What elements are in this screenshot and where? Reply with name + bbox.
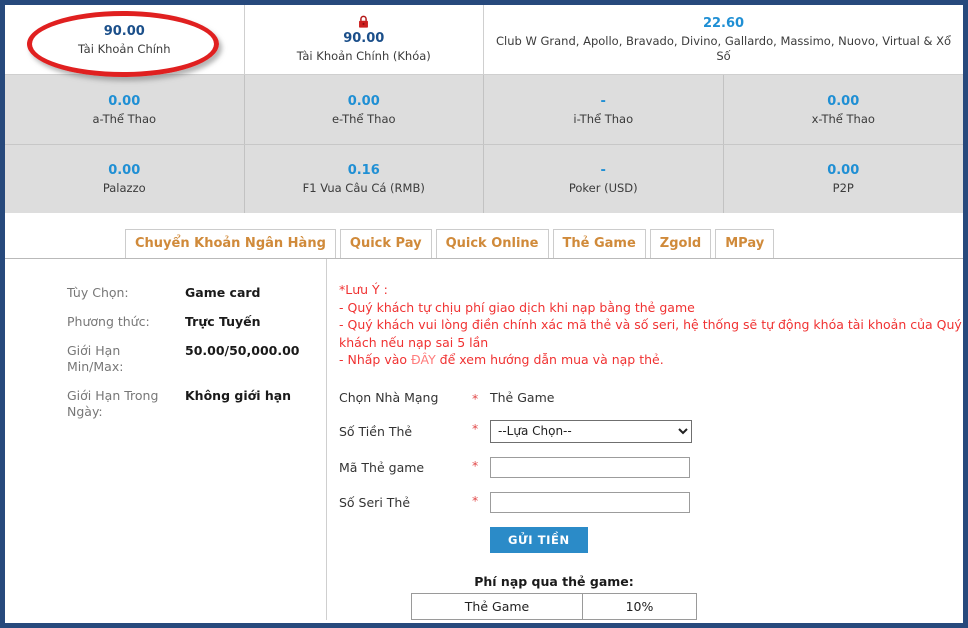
balance-cell-e-the-thao[interactable]: 0.00 e-Thể Thao [245, 75, 484, 144]
balance-summary: 90.00 Tài Khoản Chính 90.00 Tài Khoản Ch… [5, 5, 963, 213]
balance-label: F1 Vua Câu Cá (RMB) [302, 181, 425, 195]
info-key: Giới Hạn Trong Ngày: [67, 388, 159, 419]
fee-table: Thẻ Game 10% [411, 592, 697, 620]
balance-amount: 0.00 [827, 93, 860, 109]
balance-amount: - [600, 163, 606, 178]
deposit-form-panel: *Lưu Ý : - Quý khách tự chịu phí giao dị… [327, 259, 963, 620]
balance-cell-p2p[interactable]: 0.00 P2P [724, 145, 964, 213]
card-code-label: Mã Thẻ game [339, 459, 425, 475]
fee-rate-cell: 10% [582, 592, 697, 620]
card-amount-select[interactable]: --Lựa Chọn-- [490, 419, 692, 443]
tab-quick-online[interactable]: Quick Online [435, 229, 549, 258]
card-serial-label: Số Seri Thẻ [339, 494, 411, 510]
balance-amount: 22.60 [702, 16, 745, 31]
info-key: Tùy Chọn: [67, 285, 129, 300]
info-key: Giới Hạn Min/Max: [67, 343, 124, 374]
balance-label: Club W Grand, Apollo, Bravado, Divino, G… [496, 34, 951, 63]
balance-amount: 0.00 [108, 163, 141, 178]
provider-value: Thẻ Game [490, 390, 555, 405]
balance-amount: 0.16 [347, 163, 380, 178]
deposit-form: Chọn Nhà Mạng * Thẻ Game Số Tiền Thẻ * -… [339, 383, 692, 560]
balance-row-sports: 0.00 a-Thể Thao 0.00 e-Thể Thao - i-Thể … [5, 75, 963, 144]
balance-label: i-Thể Thao [573, 111, 634, 126]
balance-cell-f1-fishing[interactable]: 0.16 F1 Vua Câu Cá (RMB) [245, 145, 484, 213]
amount-label: Số Tiền Thẻ [339, 423, 413, 439]
guide-link[interactable]: ĐÂY [411, 352, 436, 367]
tab-bank-transfer[interactable]: Chuyển Khoản Ngân Hàng [125, 229, 336, 258]
balance-cell-casino-group[interactable]: 22.60 Club W Grand, Apollo, Bravado, Div… [484, 5, 963, 74]
balance-row-main: 90.00 Tài Khoản Chính 90.00 Tài Khoản Ch… [5, 5, 963, 75]
balance-cell-x-the-thao[interactable]: 0.00 x-Thể Thao [724, 75, 964, 144]
notice-line-3: - Nhấp vào ĐÂY để xem hướng dẫn mua và n… [339, 351, 963, 369]
balance-amount: 90.00 [103, 23, 145, 39]
page-inner: 90.00 Tài Khoản Chính 90.00 Tài Khoản Ch… [5, 5, 963, 623]
form-row-provider: Chọn Nhà Mạng * Thẻ Game [339, 383, 692, 413]
info-value: Trực Tuyến [185, 314, 261, 329]
balance-cell-main-account[interactable]: 90.00 Tài Khoản Chính [5, 5, 245, 74]
balance-cell-a-the-thao[interactable]: 0.00 a-Thể Thao [5, 75, 245, 144]
form-row-amount: Số Tiền Thẻ * --Lựa Chọn-- [339, 413, 692, 450]
balance-cell-i-the-thao[interactable]: - i-Thể Thao [484, 75, 724, 144]
notice-block: *Lưu Ý : - Quý khách tự chịu phí giao dị… [339, 281, 963, 369]
balance-label: Tài Khoản Chính (Khóa) [296, 49, 431, 63]
tab-the-game[interactable]: Thẻ Game [552, 229, 646, 258]
info-value: Không giới hạn [185, 388, 292, 403]
info-row-minmax: Giới Hạn Min/Max: 50.00/50,000.00 [67, 343, 299, 388]
required-asterisk: * [472, 492, 479, 508]
balance-label: e-Thể Thao [331, 111, 396, 126]
lock-icon [359, 15, 369, 28]
required-asterisk: * [472, 420, 479, 436]
info-key: Phương thức: [67, 314, 150, 329]
balance-label: Tài Khoản Chính [77, 41, 171, 56]
balance-amount: 0.00 [108, 93, 141, 109]
required-asterisk: * [472, 457, 479, 473]
balance-cell-palazzo[interactable]: 0.00 Palazzo [5, 145, 245, 213]
notice-line-2: - Quý khách vui lòng điền chính xác mã t… [339, 317, 962, 350]
provider-label: Chọn Nhà Mạng [339, 390, 439, 405]
fee-row: Thẻ Game 10% [411, 592, 697, 620]
balance-amount: - [600, 93, 606, 109]
form-row-submit: GỬI TIỀN [339, 520, 692, 560]
balance-label: P2P [832, 181, 854, 195]
info-row-daily-limit: Giới Hạn Trong Ngày: Không giới hạn [67, 388, 299, 433]
fee-section: Phí nạp qua thẻ game: Thẻ Game 10% [411, 574, 697, 620]
submit-deposit-button[interactable]: GỬI TIỀN [490, 526, 588, 553]
info-value: 50.00/50,000.00 [185, 343, 300, 358]
balance-label: x-Thể Thao [811, 111, 875, 126]
info-value: Game card [185, 285, 261, 300]
fee-name-cell: Thẻ Game [411, 592, 583, 620]
deposit-info-table: Tùy Chọn: Game card Phương thức: Trực Tu… [67, 285, 299, 433]
deposit-content: Tùy Chọn: Game card Phương thức: Trực Tu… [5, 259, 963, 620]
balance-label: Palazzo [102, 181, 146, 195]
deposit-method-tabbar: Chuyển Khoản Ngân Hàng Quick Pay Quick O… [5, 213, 963, 259]
balance-label: Poker (USD) [568, 181, 638, 195]
required-asterisk: * [472, 390, 479, 406]
balance-amount: 0.00 [347, 93, 380, 109]
notice-line-3-suffix: để xem hướng dẫn mua và nạp thẻ. [435, 352, 664, 367]
tab-quick-pay[interactable]: Quick Pay [339, 229, 432, 258]
tab-zgold[interactable]: Zgold [649, 229, 712, 258]
notice-line-1: - Quý khách tự chịu phí giao dịch khi nạ… [339, 299, 695, 315]
info-row-method: Phương thức: Trực Tuyến [67, 314, 299, 343]
notice-line-3-prefix: - Nhấp vào [339, 352, 412, 367]
balance-cell-locked-account[interactable]: 90.00 Tài Khoản Chính (Khóa) [245, 5, 484, 74]
form-row-card-code: Mã Thẻ game * [339, 450, 692, 485]
balance-row-other: 0.00 Palazzo 0.16 F1 Vua Câu Cá (RMB) - … [5, 144, 963, 213]
form-row-card-serial: Số Seri Thẻ * [339, 485, 692, 520]
tab-mpay[interactable]: MPay [715, 229, 775, 258]
info-row-option: Tùy Chọn: Game card [67, 285, 299, 314]
balance-cell-poker[interactable]: - Poker (USD) [484, 145, 724, 213]
card-code-input[interactable] [490, 456, 690, 478]
balance-amount: 90.00 [343, 31, 385, 46]
balance-amount: 0.00 [827, 163, 860, 178]
deposit-info-panel: Tùy Chọn: Game card Phương thức: Trực Tu… [5, 259, 327, 620]
balance-label: a-Thể Thao [92, 111, 157, 126]
page-frame: 90.00 Tài Khoản Chính 90.00 Tài Khoản Ch… [0, 0, 968, 628]
notice-title: *Lưu Ý : [339, 282, 388, 297]
card-serial-input[interactable] [490, 491, 690, 513]
fee-title: Phí nạp qua thẻ game: [474, 573, 634, 589]
